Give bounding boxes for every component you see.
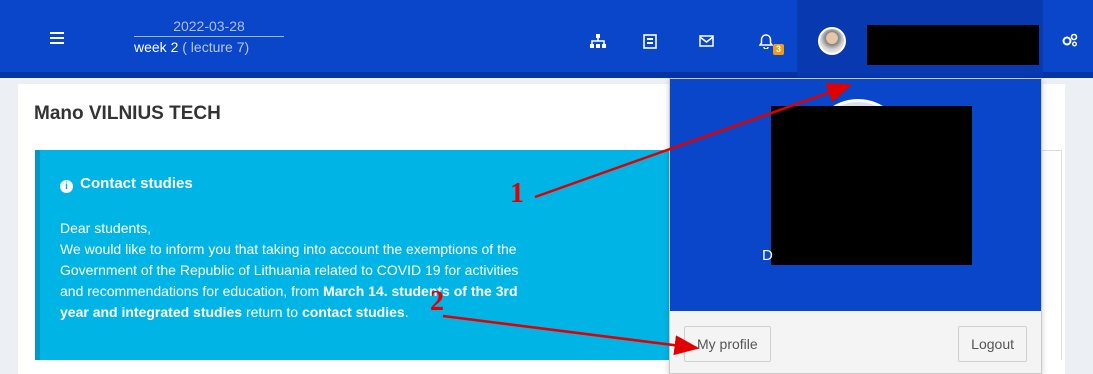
week-indicator: week 2 ( lecture 7)	[134, 39, 284, 55]
avatar[interactable]	[818, 27, 846, 55]
callout-bold-text: March 14. students of the 3rd	[323, 283, 518, 299]
my-profile-button[interactable]: My profile	[684, 326, 771, 362]
callout-line: year and integrated studies return to co…	[60, 302, 710, 323]
annotation-label-1: 1	[510, 178, 524, 209]
redacted-username	[867, 25, 1039, 65]
callout-text: .	[404, 304, 409, 320]
bell-icon[interactable]	[758, 34, 774, 53]
top-navbar: 2022-03-28 week 2 ( lecture 7) 3	[0, 0, 1093, 78]
callout-text: and recommendations for education, from	[60, 283, 324, 299]
logout-button[interactable]: Logout	[958, 326, 1027, 362]
page-title: Mano VILNIUS TECH	[34, 103, 221, 124]
annotation-label-2: 2	[430, 286, 444, 317]
date-divider	[134, 36, 284, 37]
current-date: 2022-03-28	[173, 18, 245, 34]
menu-icon[interactable]	[50, 32, 64, 44]
callout-bold-text: year and integrated studies	[60, 304, 243, 320]
info-icon: i	[60, 180, 73, 193]
callout-text: return to	[242, 304, 302, 320]
redacted-profile-photo	[771, 106, 972, 265]
notification-count-badge: 3	[773, 44, 785, 55]
book-icon[interactable]	[643, 34, 657, 53]
gears-icon[interactable]	[1062, 33, 1078, 50]
callout-title: i Contact studies	[60, 175, 193, 193]
user-name-fragment: D	[762, 247, 773, 264]
callout-line: Government of the Republic of Lithuania …	[60, 262, 519, 278]
lecture-label: ( lecture 7)	[182, 39, 250, 55]
date-week-block: 2022-03-28 week 2 ( lecture 7)	[134, 18, 284, 55]
side-card	[1040, 150, 1062, 360]
callout-greeting: Dear students,	[60, 220, 152, 236]
contact-studies-callout: i Contact studies Dear students, We woul…	[35, 150, 675, 360]
user-dropdown-footer: My profile Logout	[670, 311, 1041, 373]
user-dropdown: D My profile Logout	[669, 78, 1042, 374]
mail-icon[interactable]	[699, 34, 714, 51]
callout-title-text: Contact studies	[80, 175, 193, 192]
week-label: week 2	[134, 39, 179, 55]
callout-line: and recommendations for education, from …	[60, 281, 710, 302]
callout-line: We would like to inform you that taking …	[60, 241, 517, 257]
sitemap-icon[interactable]	[590, 34, 606, 52]
callout-bold-text: contact studies	[301, 304, 405, 320]
callout-body: Dear students, We would like to inform y…	[60, 218, 710, 323]
user-dropdown-header: D	[670, 79, 1041, 311]
